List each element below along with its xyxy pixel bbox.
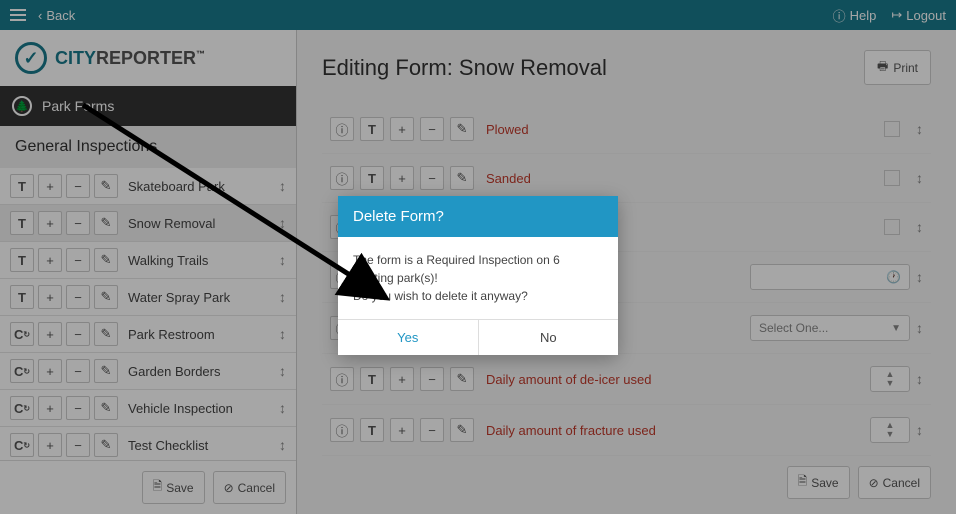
modal-yes-button[interactable]: Yes	[338, 320, 479, 355]
modal-no-button[interactable]: No	[479, 320, 619, 355]
delete-form-modal: Delete Form? The form is a Required Insp…	[338, 196, 618, 355]
modal-title: Delete Form?	[338, 196, 618, 237]
modal-body: The form is a Required Inspection on 6 e…	[338, 237, 618, 319]
